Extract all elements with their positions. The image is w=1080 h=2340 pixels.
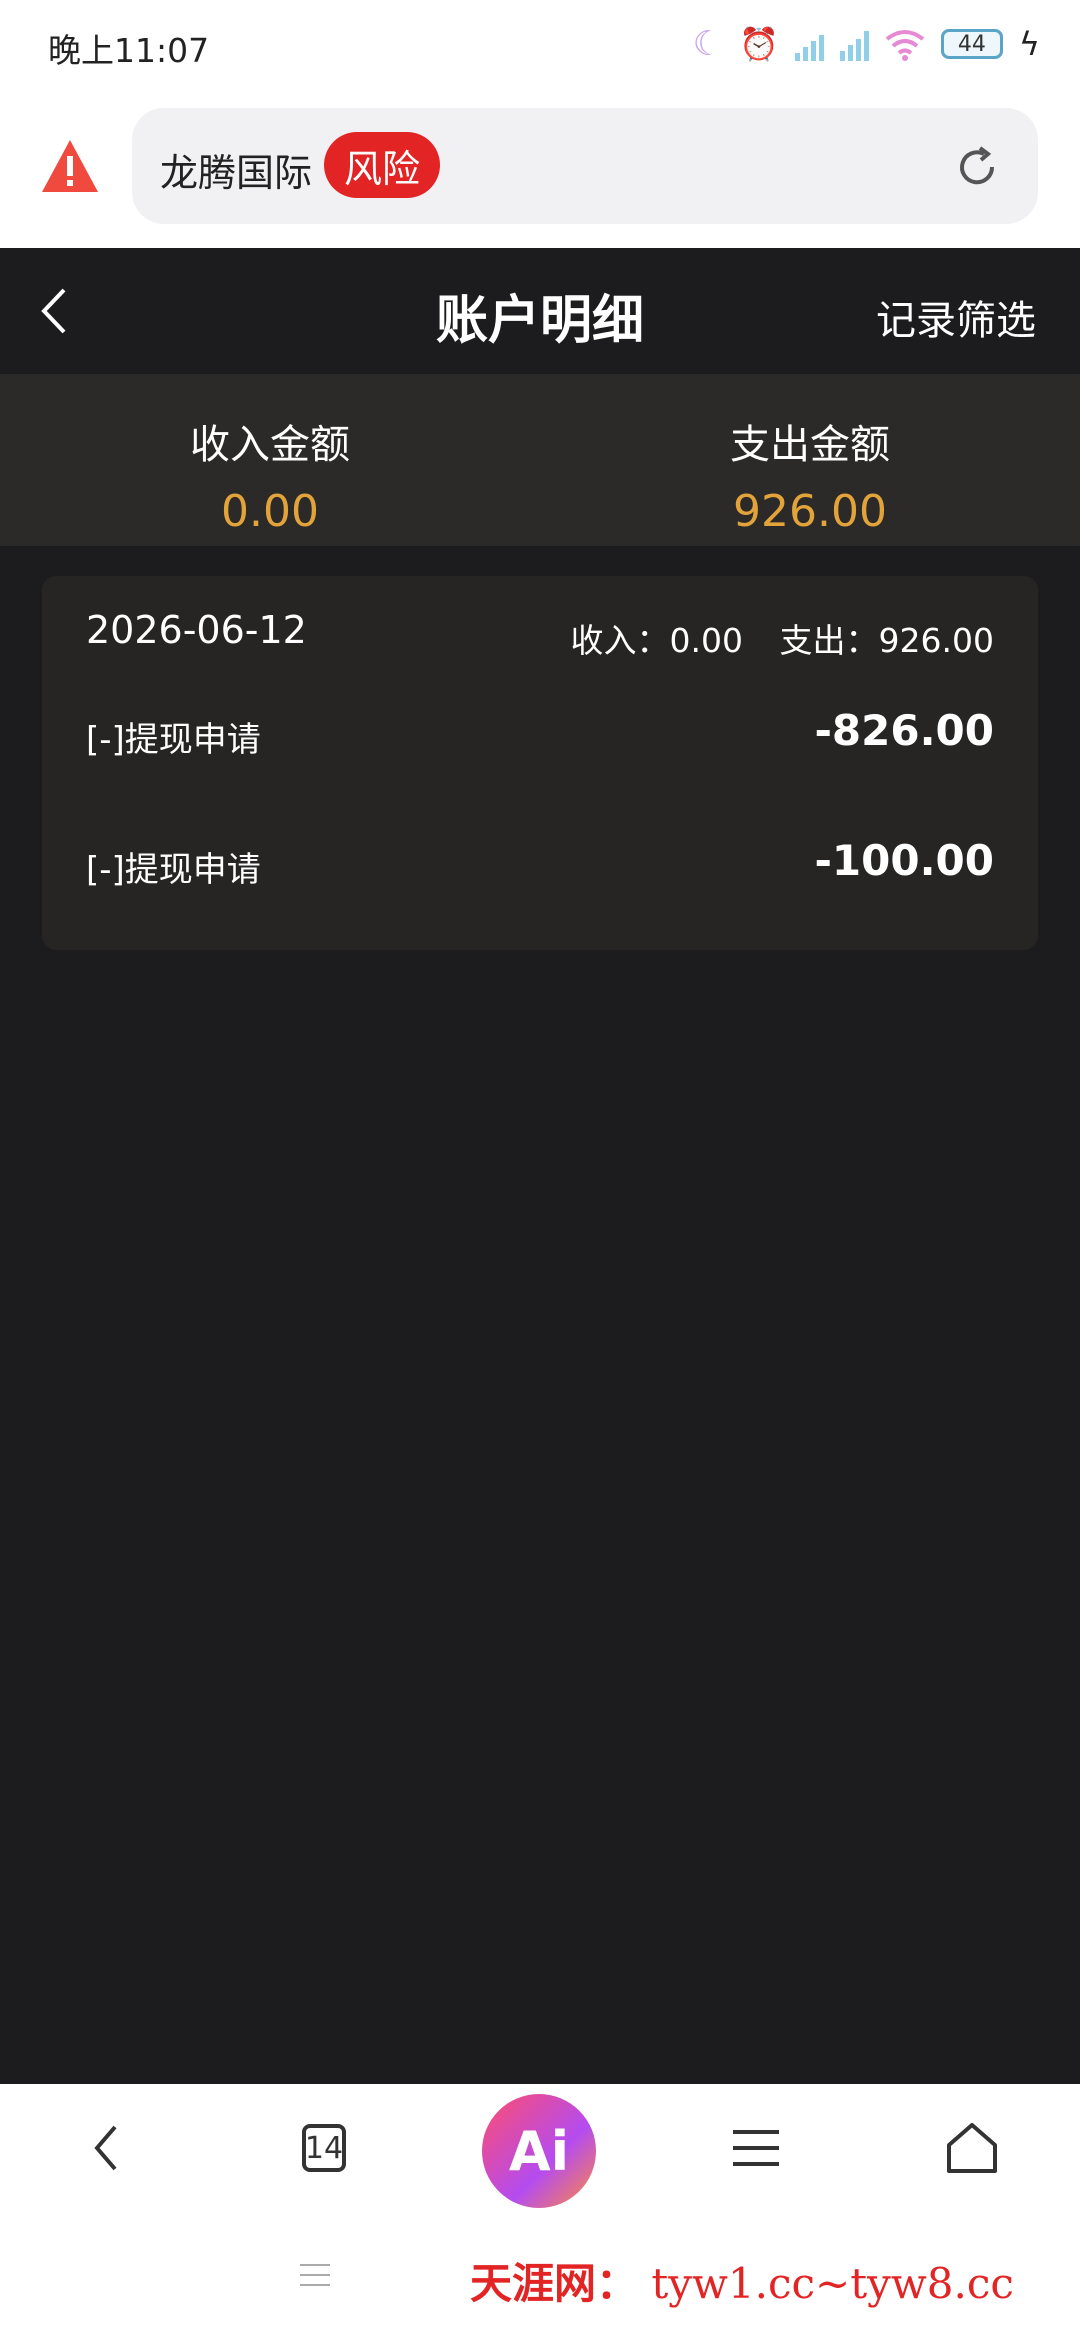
record-card: 2026-06-12 收入：0.00 支出：926.00 [-]提现申请 -82… (42, 576, 1038, 950)
risk-badge: 风险 (324, 132, 441, 198)
record-expense: 支出：926.00 (779, 621, 994, 660)
status-icons: ☾ ⏰ 44 ϟ (693, 22, 1040, 66)
reload-icon[interactable] (954, 144, 1000, 190)
signal-icon (794, 27, 824, 61)
battery-icon: 44 (940, 29, 1003, 59)
watermark-url: tyw1.cc~tyw8.cc (651, 2259, 1014, 2308)
home-button[interactable] (942, 2118, 1002, 2178)
wifi-icon (885, 30, 925, 61)
alarm-icon: ⏰ (739, 25, 779, 63)
moon-icon: ☾ (692, 24, 724, 64)
income-summary: 收入金额 0.00 (0, 374, 540, 546)
tabs-button[interactable]: 14 (294, 2118, 354, 2178)
ai-button[interactable]: Ai (482, 2094, 596, 2208)
income-label: 收入金额 (190, 422, 350, 468)
filter-records-button[interactable]: 记录筛选 (876, 288, 1036, 346)
home-icon (947, 2123, 997, 2173)
list-item[interactable]: [-]提现申请 -826.00 (86, 702, 994, 762)
expense-summary: 支出金额 926.00 (540, 374, 1080, 546)
signal-hd-icon (839, 27, 869, 61)
app-header: 账户明细 记录筛选 (0, 248, 1080, 374)
status-time: 晚上11:07 (48, 31, 210, 70)
system-nav-bar: 天涯网： tyw1.cc~tyw8.cc (0, 2212, 1080, 2340)
nav-back-button[interactable] (76, 2118, 136, 2178)
menu-gesture-icon[interactable] (300, 2262, 330, 2288)
menu-button[interactable] (726, 2118, 786, 2178)
site-name: 龙腾国际 (160, 151, 313, 195)
bottom-nav: 14 Ai (0, 2084, 1080, 2214)
record-date: 2026-06-12 (86, 608, 307, 652)
record-totals: 收入：0.00 支出：926.00 (545, 614, 994, 662)
expense-label: 支出金额 (730, 422, 890, 468)
tabs-count: 14 (302, 2124, 346, 2172)
expense-value: 926.00 (733, 486, 887, 537)
browser-bar: 龙腾国际 风险 (0, 96, 1080, 248)
item-amount: -826.00 (814, 706, 994, 755)
item-name: [-]提现申请 (86, 720, 261, 760)
menu-icon (733, 2130, 779, 2166)
watermark-text: 天涯网： (470, 2259, 639, 2308)
record-income: 收入：0.00 (570, 621, 744, 660)
list-item[interactable]: [-]提现申请 -100.00 (86, 832, 994, 892)
summary-panel: 收入金额 0.00 支出金额 926.00 (0, 374, 1080, 546)
status-bar: 晚上11:07 ☾ ⏰ 44 ϟ (0, 0, 1080, 96)
income-value: 0.00 (221, 486, 319, 537)
warning-icon[interactable] (40, 138, 100, 194)
item-amount: -100.00 (814, 836, 994, 885)
item-name: [-]提现申请 (86, 850, 261, 890)
watermark: 天涯网： tyw1.cc~tyw8.cc (470, 2250, 1014, 2311)
chevron-left-icon (94, 2125, 117, 2171)
charging-icon: ϟ (1018, 25, 1040, 63)
address-bar[interactable]: 龙腾国际 风险 (132, 108, 1038, 224)
